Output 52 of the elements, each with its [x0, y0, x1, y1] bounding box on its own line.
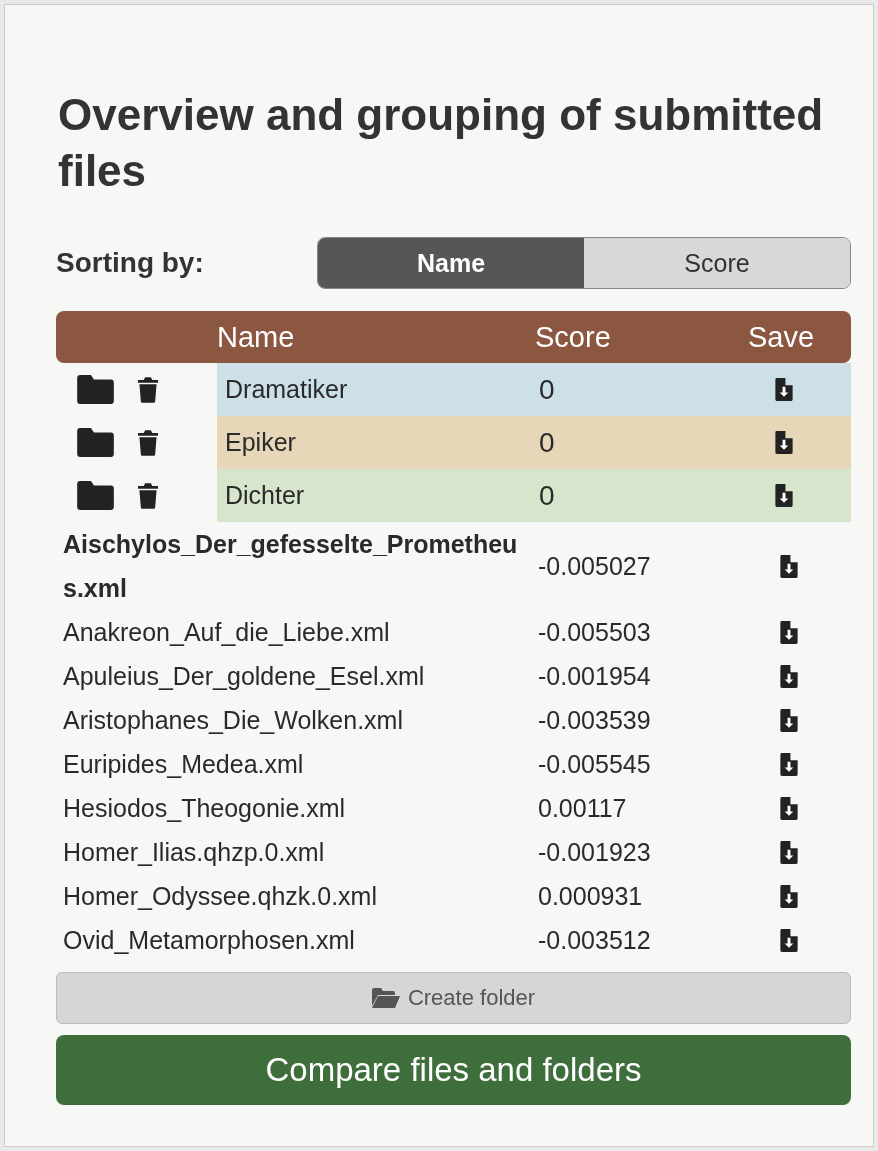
- folder-icon[interactable]: [77, 481, 114, 510]
- open-folder-icon: [371, 988, 400, 1008]
- file-name[interactable]: Apuleius_Der_goldene_Esel.xml: [63, 654, 538, 698]
- score-cell: 0: [535, 363, 725, 416]
- file-name[interactable]: Aischylos_Der_gefesselte_Prometheus.xml: [63, 522, 538, 610]
- score-value: -0.001954: [538, 661, 652, 691]
- folder-name-cell: Dichter: [217, 469, 535, 522]
- file-download-icon[interactable]: [780, 928, 798, 952]
- file-name[interactable]: Aristophanes_Die_Wolken.xml: [63, 698, 538, 742]
- sort-option[interactable]: Score: [584, 238, 850, 288]
- file-download-icon[interactable]: [780, 620, 798, 644]
- file-download-icon[interactable]: [780, 796, 798, 820]
- column-header: Save: [747, 320, 816, 354]
- score-value: -0.001923: [538, 837, 652, 867]
- score-cell: 0: [535, 469, 725, 522]
- file-download-icon[interactable]: [775, 484, 793, 507]
- folder-icon[interactable]: [77, 375, 114, 404]
- score-value: -0.003512: [538, 925, 652, 955]
- score-value: -0.005027: [538, 551, 652, 581]
- file-download-icon[interactable]: [780, 664, 798, 688]
- file-download-icon[interactable]: [780, 708, 798, 732]
- score-value: -0.005503: [538, 617, 652, 647]
- score-value: -0.003539: [538, 705, 652, 735]
- folder-icon[interactable]: [77, 428, 114, 457]
- score-value: 0.00117: [538, 793, 628, 823]
- page-title: Overview and grouping of submitted files: [58, 89, 825, 197]
- score-value: 0.000931: [538, 881, 644, 911]
- file-download-icon[interactable]: [780, 884, 798, 908]
- score-cell: 0: [535, 416, 725, 469]
- file-name[interactable]: Euripides_Medea.xml: [63, 742, 538, 786]
- file-download-icon[interactable]: [780, 554, 798, 578]
- column-header: Name: [217, 320, 296, 354]
- folder-name-cell: Dramatiker: [217, 363, 535, 416]
- file-name[interactable]: Homer_Odyssee.qhzk.0.xml: [63, 874, 538, 918]
- file-name[interactable]: Hesiodos_Theogonie.xml: [63, 786, 538, 830]
- score-value: -0.005545: [538, 749, 652, 779]
- file-name[interactable]: Anakreon_Auf_die_Liebe.xml: [63, 610, 538, 654]
- compare-button[interactable]: Compare files and folders: [56, 1035, 851, 1105]
- file-download-icon[interactable]: [775, 431, 793, 454]
- sort-option[interactable]: Name: [318, 238, 584, 288]
- file-name[interactable]: Ovid_Metamorphosen.xml: [63, 918, 538, 962]
- folder-name-cell: Epiker: [217, 416, 535, 469]
- column-header: Score: [535, 320, 612, 354]
- file-download-icon[interactable]: [780, 840, 798, 864]
- file-download-icon[interactable]: [775, 378, 793, 401]
- trash-icon[interactable]: [138, 429, 158, 456]
- file-name[interactable]: Homer_Ilias.qhzp.0.xml: [63, 830, 538, 874]
- file-download-icon[interactable]: [780, 752, 798, 776]
- trash-icon[interactable]: [138, 482, 158, 509]
- trash-icon[interactable]: [138, 376, 158, 403]
- sorting-label: Sorting by:: [56, 247, 204, 279]
- create-folder-button[interactable]: Create folder: [56, 972, 851, 1024]
